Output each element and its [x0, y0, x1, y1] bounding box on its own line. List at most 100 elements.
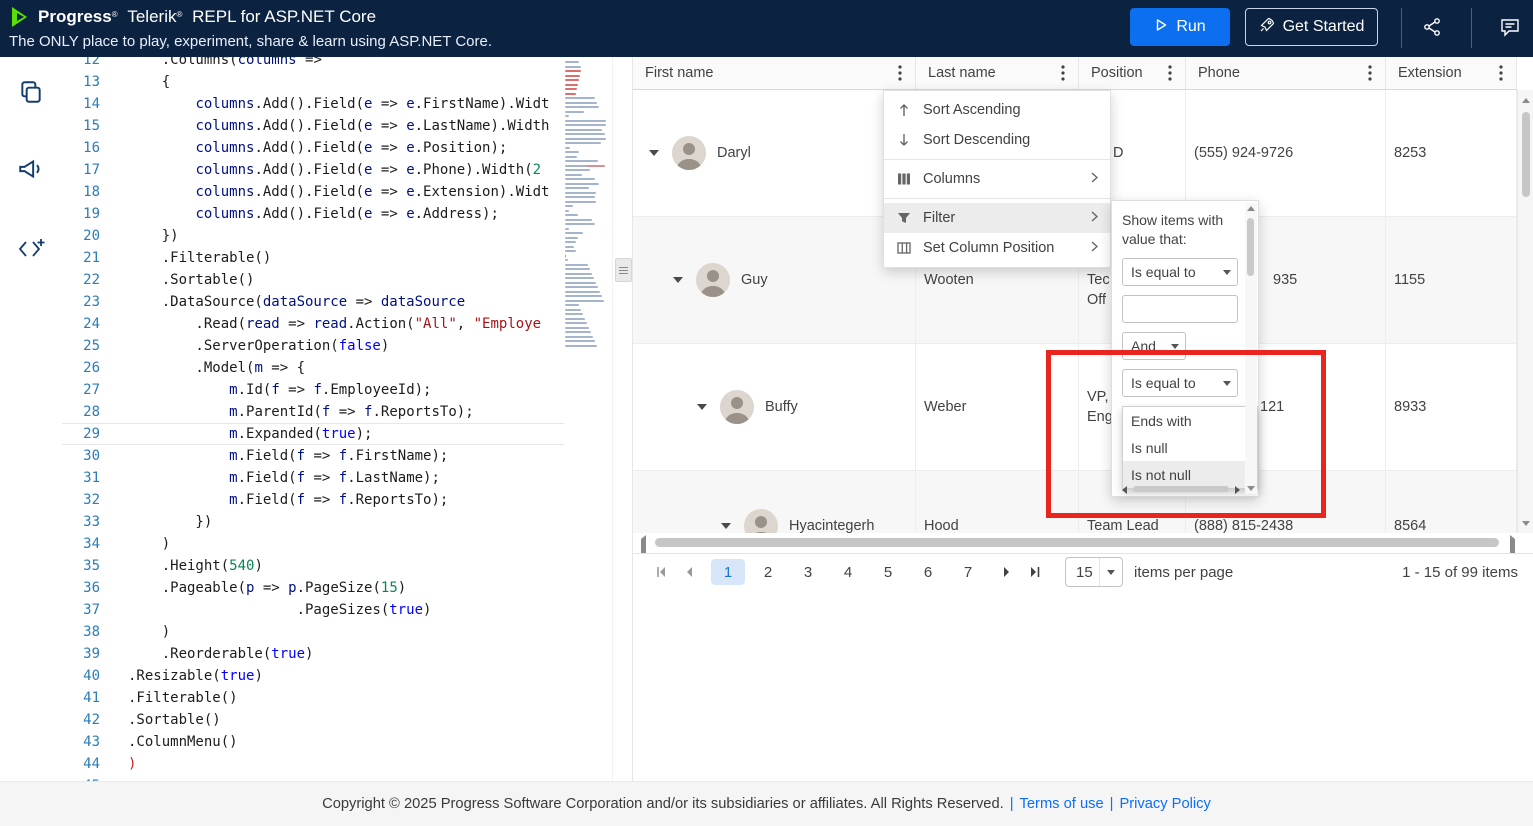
- menu-item-filter[interactable]: Filter: [884, 203, 1110, 233]
- column-menu-icon[interactable]: [1361, 65, 1379, 81]
- run-label: Run: [1176, 18, 1206, 35]
- minimap-line: [565, 146, 570, 149]
- menu-item-sort-ascending[interactable]: Sort Ascending: [884, 95, 1110, 125]
- code-line: .Pageable(p => p.PageSize(15): [128, 577, 564, 599]
- embed-button[interactable]: [0, 228, 62, 272]
- run-button[interactable]: Run: [1130, 8, 1230, 46]
- filter-operator-option[interactable]: Is null: [1123, 434, 1257, 461]
- column-position-icon: [896, 241, 912, 255]
- filter-operator-option[interactable]: Ends with: [1123, 407, 1257, 434]
- splitter-handle-icon[interactable]: [615, 258, 632, 282]
- vertical-scroll-thumb[interactable]: [1247, 218, 1254, 276]
- filter-operator-option[interactable]: Is not null: [1123, 461, 1257, 488]
- filter-horizontal-scrollbar[interactable]: [1122, 485, 1240, 494]
- filter-vertical-scrollbar[interactable]: [1245, 203, 1257, 494]
- minimap-line: [565, 173, 582, 176]
- line-number: 28: [83, 404, 100, 420]
- privacy-link[interactable]: Privacy Policy: [1119, 796, 1210, 812]
- line-number: 17: [83, 162, 100, 178]
- menu-item-columns[interactable]: Columns: [884, 164, 1110, 194]
- menu-item-sort-descending[interactable]: Sort Descending: [884, 125, 1110, 155]
- last-page-button[interactable]: [1021, 558, 1049, 586]
- code-token: columns: [195, 96, 255, 112]
- line-number: 42: [83, 712, 100, 728]
- share-button[interactable]: [1416, 12, 1448, 44]
- code-token: columns: [195, 184, 255, 200]
- code-token: .ServerOperation(: [128, 338, 339, 354]
- line-number: 25: [83, 338, 100, 354]
- column-menu-icon[interactable]: [1492, 65, 1510, 81]
- code-token: =>: [347, 294, 381, 310]
- row-expand-icon[interactable]: [649, 150, 659, 156]
- filter-operator-select-2[interactable]: Is equal to: [1122, 369, 1238, 397]
- previous-page-button[interactable]: [675, 558, 703, 586]
- cell-first-name: Guy: [633, 217, 916, 343]
- first-page-button[interactable]: [647, 558, 675, 586]
- grid-vertical-scrollbar[interactable]: [1517, 90, 1533, 533]
- page-button-5[interactable]: 5: [871, 559, 905, 585]
- scroll-right-icon[interactable]: [1235, 486, 1240, 494]
- avatar: [720, 390, 754, 424]
- minimap-line: [565, 308, 581, 311]
- filter-value-input[interactable]: [1122, 295, 1238, 323]
- announcement-button[interactable]: [0, 148, 62, 192]
- line-number: 13: [83, 74, 100, 90]
- scroll-down-icon[interactable]: [1518, 515, 1533, 531]
- row-expand-icon[interactable]: [697, 404, 707, 410]
- filter-icon: [896, 211, 912, 225]
- scroll-left-icon[interactable]: [1122, 486, 1127, 494]
- code-token: =>: [254, 580, 289, 596]
- horizontal-scroll-thumb[interactable]: [655, 538, 1499, 547]
- copy-snippet-button[interactable]: [0, 71, 62, 115]
- code-line: columns.Add().Field(e => e.Phone).Width(…: [128, 159, 564, 181]
- filter-logic-select[interactable]: And: [1122, 332, 1186, 360]
- page-button-1[interactable]: 1: [711, 559, 745, 585]
- code-token: ): [423, 602, 432, 618]
- code-token: .FirstName).Widt: [414, 96, 550, 112]
- next-page-button[interactable]: [993, 558, 1021, 586]
- minimap-line: [565, 281, 596, 284]
- terms-link[interactable]: Terms of use: [1020, 796, 1104, 812]
- get-started-button[interactable]: Get Started: [1245, 8, 1378, 46]
- page-button-2[interactable]: 2: [751, 559, 785, 585]
- caret-down-icon: [1165, 343, 1185, 349]
- row-expand-icon[interactable]: [673, 277, 683, 283]
- code-token: .Sortable(): [128, 712, 221, 728]
- footer: Copyright © 2025 Progress Software Corpo…: [0, 781, 1533, 826]
- code-editor[interactable]: 12 13 14 15 16 17 18 19 20 21 22 23 24 25 26 27 28 29 30 31…: [62, 57, 612, 781]
- scroll-down-icon[interactable]: [1247, 486, 1255, 491]
- code-line: .Read(read => read.Action("All", "Employ…: [128, 313, 564, 335]
- reg-mark: ®: [176, 10, 183, 19]
- editor-code[interactable]: .Columns(columns => { columns.Add().Fiel…: [128, 57, 564, 781]
- filter-operator-value-2: Is equal to: [1131, 375, 1196, 391]
- code-token: =>: [372, 162, 407, 178]
- code-token: f: [296, 448, 306, 464]
- page-button-6[interactable]: 6: [911, 559, 945, 585]
- column-menu-icon[interactable]: [1054, 65, 1072, 81]
- feedback-button[interactable]: [1494, 12, 1526, 44]
- cell-last-name: Hood: [916, 471, 1079, 533]
- row-expand-icon[interactable]: [721, 522, 731, 529]
- vertical-scroll-thumb[interactable]: [1522, 112, 1530, 197]
- menu-item-set-column-position[interactable]: Set Column Position: [884, 233, 1110, 263]
- splitter[interactable]: [612, 57, 633, 781]
- column-menu-icon[interactable]: [891, 65, 909, 81]
- scroll-up-icon[interactable]: [1518, 92, 1533, 108]
- grid-horizontal-scrollbar[interactable]: [633, 533, 1517, 560]
- embed-icon: [17, 237, 45, 264]
- filter-operator-select[interactable]: Is equal to: [1122, 258, 1238, 286]
- horizontal-scroll-thumb[interactable]: [1133, 486, 1229, 492]
- minimap[interactable]: [565, 61, 610, 349]
- page-button-3[interactable]: 3: [791, 559, 825, 585]
- extension-text: 1155: [1394, 272, 1426, 288]
- column-menu-icon[interactable]: [1161, 65, 1179, 81]
- page-size-select[interactable]: 15: [1065, 557, 1123, 587]
- page-button-4[interactable]: 4: [831, 559, 865, 585]
- minimap-line: [565, 299, 604, 302]
- page-button-7[interactable]: 7: [951, 559, 985, 585]
- caret-down-icon: [1217, 380, 1237, 386]
- code-token: .Add().Field(: [254, 96, 365, 112]
- scroll-up-icon[interactable]: [1247, 206, 1255, 211]
- minimap-line: [565, 119, 606, 122]
